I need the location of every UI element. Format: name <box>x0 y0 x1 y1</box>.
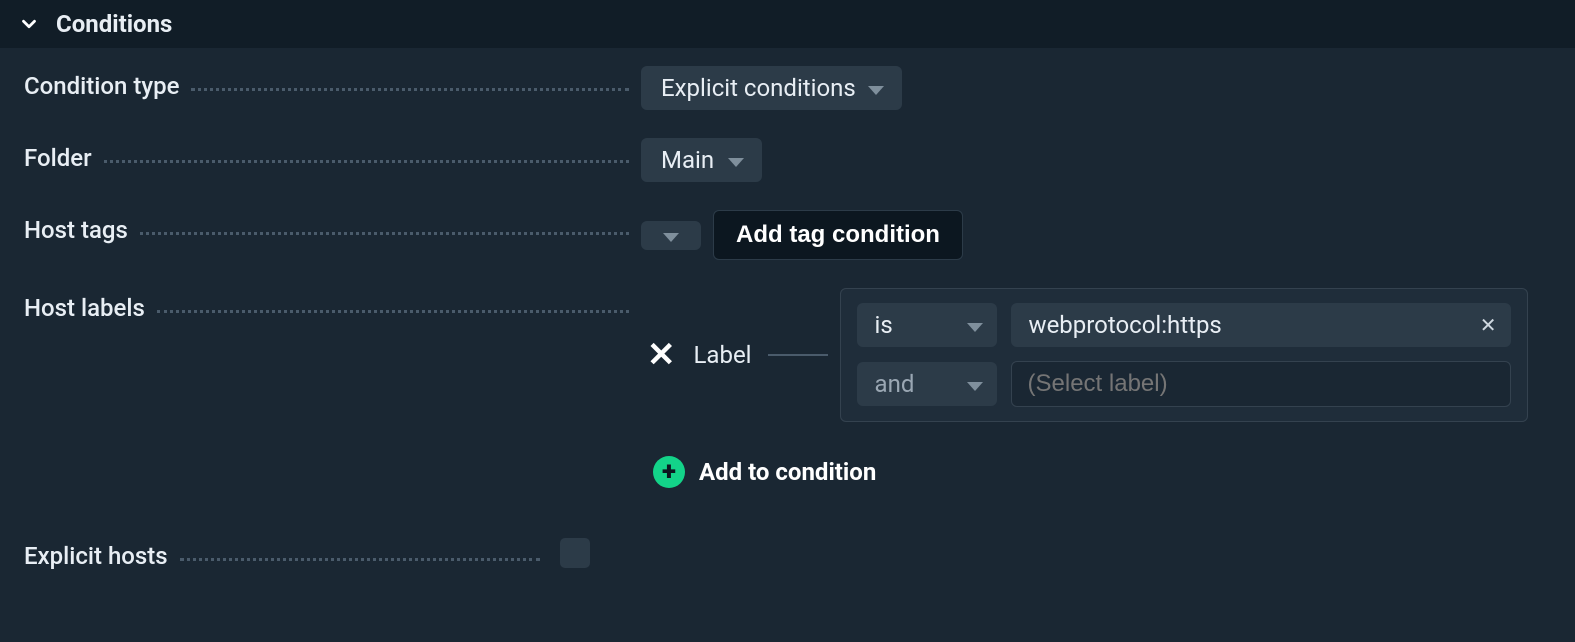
label-value-chip[interactable]: webprotocol:https ✕ <box>1011 303 1511 347</box>
folder-label: Folder <box>24 144 92 172</box>
conditions-section-header[interactable]: Conditions <box>0 0 1575 48</box>
host-tags-label: Host tags <box>24 216 128 244</box>
explicit-hosts-checkbox[interactable] <box>560 538 590 568</box>
label-operator-select-and[interactable]: and <box>857 362 997 406</box>
row-explicit-hosts: Explicit hosts <box>24 536 1551 570</box>
chevron-down-icon <box>18 13 40 35</box>
host-labels-label: Host labels <box>24 294 145 322</box>
label-condition-row: and <box>857 361 1511 407</box>
remove-label-icon[interactable]: ✕ <box>1480 313 1497 337</box>
label-operator-select-is[interactable]: is <box>857 303 997 347</box>
dotted-leader <box>157 310 629 313</box>
caret-down-icon <box>967 382 983 391</box>
section-title: Conditions <box>56 10 172 38</box>
caret-down-icon <box>663 233 679 242</box>
add-tag-condition-button[interactable]: Add tag condition <box>713 210 963 260</box>
condition-type-value: Explicit conditions <box>661 74 856 102</box>
add-to-condition-button[interactable]: + Add to condition <box>653 456 1551 488</box>
condition-type-select[interactable]: Explicit conditions <box>641 66 902 110</box>
dotted-leader <box>191 88 629 91</box>
row-folder: Folder Main <box>24 138 1551 182</box>
caret-down-icon <box>967 323 983 332</box>
caret-down-icon <box>868 86 884 95</box>
folder-select[interactable]: Main <box>641 138 762 182</box>
connector-line <box>768 354 828 356</box>
label-select-input[interactable] <box>1011 361 1511 407</box>
add-to-condition-label: Add to condition <box>699 458 876 486</box>
row-host-labels: Host labels ✕ Label is webprotocol:https <box>24 288 1551 498</box>
labels-panel: is webprotocol:https ✕ and <box>840 288 1528 422</box>
condition-type-label: Condition type <box>24 72 179 100</box>
row-host-tags: Host tags Add tag condition <box>24 210 1551 260</box>
label-condition-row: is webprotocol:https ✕ <box>857 303 1511 347</box>
caret-down-icon <box>728 158 744 167</box>
label-operator-value: and <box>875 370 915 398</box>
dotted-leader <box>104 160 629 163</box>
folder-value: Main <box>661 146 714 174</box>
host-tags-dropdown[interactable] <box>641 221 701 250</box>
explicit-hosts-label: Explicit hosts <box>24 542 168 570</box>
dotted-leader <box>140 232 629 235</box>
row-condition-type: Condition type Explicit conditions <box>24 66 1551 110</box>
plus-circle-icon: + <box>653 456 685 488</box>
label-value-text: webprotocol:https <box>1029 311 1222 339</box>
label-operator-value: is <box>875 311 893 339</box>
remove-labels-group-button[interactable]: ✕ <box>641 335 682 375</box>
label-caption: Label <box>694 341 756 369</box>
dotted-leader <box>180 558 540 561</box>
